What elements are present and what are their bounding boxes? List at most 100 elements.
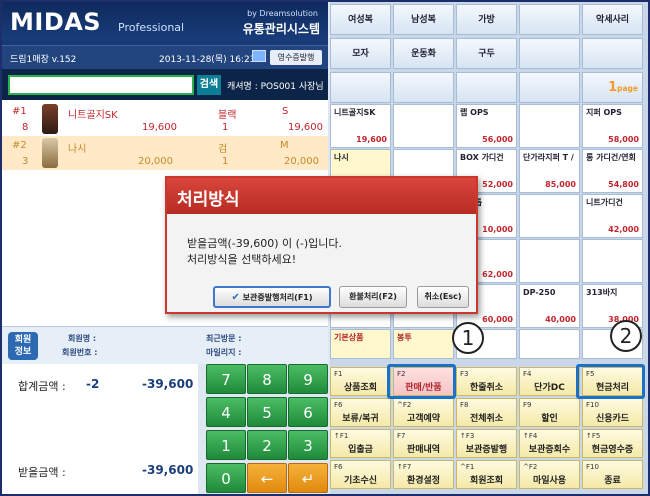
cart-item-name: 나시 [68, 144, 87, 155]
mileage-label: 마일리지 : [206, 348, 242, 357]
cart-row[interactable]: #1 니트골지SK 블랙 S 8 19,600 1 19,600 [2, 102, 328, 136]
dialog-message-line1: 받을금액(-39,600) 이 (-)입니다. [187, 237, 343, 250]
category-sneakers[interactable]: 운동화 [393, 38, 454, 69]
key-8[interactable]: 8 [247, 364, 287, 394]
function-key[interactable]: F4 단가DC [519, 367, 580, 396]
category-men[interactable]: 남성복 [393, 4, 454, 35]
issue-voucher-button[interactable]: ✔ 보관증발행처리(F1) [213, 286, 331, 308]
category-hats[interactable]: 모자 [330, 38, 391, 69]
category-accessories[interactable]: 악세사리 [582, 4, 643, 35]
page-suffix: page [617, 84, 638, 93]
member-info-button[interactable]: 회원 정보 [8, 332, 38, 360]
product-button[interactable]: 니트가디건 42,000 [582, 194, 643, 238]
refund-button[interactable]: 환불처리(F2) [339, 286, 407, 308]
function-key[interactable]: ↑F1 입출금 [330, 429, 391, 458]
category-empty[interactable] [393, 72, 454, 103]
product-button[interactable]: 지퍼 OPS 58,000 [582, 104, 643, 148]
category-empty[interactable] [519, 72, 580, 103]
category-empty[interactable] [519, 38, 580, 69]
function-key-label: 기초수신 [343, 476, 378, 486]
function-key[interactable]: F3 한줄취소 [456, 367, 517, 396]
product-button[interactable]: 니트골지SK 19,600 [330, 104, 391, 148]
cart-row-number: #1 [12, 106, 27, 117]
member-name-label: 회원명 : [68, 334, 97, 343]
system-name: 유통관리시스템 [242, 22, 320, 36]
callout-2: 2 [610, 320, 642, 352]
function-key[interactable]: F8 전체취소 [456, 398, 517, 427]
product-button[interactable] [519, 329, 580, 359]
sale-return-highlight [387, 364, 456, 399]
category-bags[interactable]: 가방 [456, 4, 517, 35]
category-empty[interactable] [330, 72, 391, 103]
backspace-key[interactable]: ← [247, 463, 287, 493]
product-button[interactable]: 랩 OPS 56,000 [456, 104, 517, 148]
function-key[interactable]: F1 상품조회 [330, 367, 391, 396]
product-price: 54,800 [608, 180, 639, 189]
function-key-label: 회원조회 [469, 476, 504, 486]
enter-key[interactable]: ↵ [288, 463, 328, 493]
cart-row-selected[interactable]: #2 나시 검 M 3 20,000 1 20,000 [2, 136, 328, 170]
dialog-title: 처리방식 [167, 178, 476, 214]
product-button[interactable] [582, 239, 643, 283]
function-key[interactable]: F10 신용카드 [582, 398, 643, 427]
product-button[interactable]: 단가라지퍼 T / 85,000 [519, 149, 580, 193]
function-key[interactable]: ↑F3 보관증발행 [456, 429, 517, 458]
product-thumbnail [42, 138, 58, 168]
function-key[interactable]: ^F2 마일사용 [519, 460, 580, 489]
key-1[interactable]: 1 [206, 430, 246, 460]
function-key[interactable]: ↑F4 보관증회수 [519, 429, 580, 458]
function-key-shortcut: ↑F4 [523, 432, 538, 440]
barcode-search-input[interactable] [8, 75, 194, 95]
product-button[interactable] [519, 239, 580, 283]
product-button[interactable] [519, 104, 580, 148]
key-6[interactable]: 6 [288, 397, 328, 427]
function-key-shortcut: ↑F1 [334, 432, 349, 440]
function-key[interactable]: F7 판매내역 [393, 429, 454, 458]
member-info-panel: 회원 정보 회원명 : 회원번호 : 최근방문 : 마일리지 : [2, 326, 328, 364]
total-count: -2 [86, 377, 100, 391]
member-badge-line2: 정보 [14, 347, 32, 357]
key-3[interactable]: 3 [288, 430, 328, 460]
function-key[interactable]: ^F1 회원조회 [456, 460, 517, 489]
category-women[interactable]: 여성복 [330, 4, 391, 35]
function-key-shortcut: F8 [460, 401, 469, 409]
cart-item-size: M [280, 140, 289, 151]
function-key[interactable]: ↑F5 현금영수증 [582, 429, 643, 458]
product-name: 롱 가디건/연회 [586, 153, 636, 162]
receipt-issue-button[interactable]: 영수증발행 [270, 50, 322, 65]
product-price: 58,000 [608, 135, 639, 144]
cancel-button[interactable]: 취소(Esc) [417, 286, 469, 308]
monitor-icon[interactable] [252, 50, 266, 62]
key-7[interactable]: 7 [206, 364, 246, 394]
function-key[interactable]: ↑F7 환경설정 [393, 460, 454, 489]
product-button[interactable]: 봉투 [393, 329, 454, 359]
category-empty[interactable] [456, 72, 517, 103]
function-key[interactable]: F10 종료 [582, 460, 643, 489]
function-key-shortcut: F1 [334, 370, 343, 378]
member-badge-line1: 회원 [14, 335, 32, 345]
category-empty[interactable] [519, 4, 580, 35]
function-key[interactable]: ^F2 고객예약 [393, 398, 454, 427]
processing-dialog: 처리방식 받을금액(-39,600) 이 (-)입니다. 처리방식을 선택하세요… [165, 176, 478, 314]
product-button[interactable] [519, 194, 580, 238]
category-empty[interactable] [582, 38, 643, 69]
last-visit-label: 최근방문 : [206, 334, 242, 343]
key-0[interactable]: 0 [206, 463, 246, 493]
page-indicator[interactable]: 1page [582, 72, 643, 103]
header: MIDAS Professional by Dreamsolution 유통관리… [2, 2, 328, 70]
category-shoes[interactable]: 구두 [456, 38, 517, 69]
product-button[interactable]: 롱 가디건/연회 54,800 [582, 149, 643, 193]
key-5[interactable]: 5 [247, 397, 287, 427]
key-2[interactable]: 2 [247, 430, 287, 460]
key-4[interactable]: 4 [206, 397, 246, 427]
cashier-label: 캐셔명 : POS001 사장님 [227, 82, 324, 92]
function-key[interactable]: F6 기초수신 [330, 460, 391, 489]
search-button[interactable]: 검색 [197, 75, 221, 95]
product-button[interactable]: 기본상품 [330, 329, 391, 359]
function-key[interactable]: F9 할인 [519, 398, 580, 427]
function-key[interactable]: F6 보류/복귀 [330, 398, 391, 427]
product-button[interactable] [393, 104, 454, 148]
key-9[interactable]: 9 [288, 364, 328, 394]
product-button[interactable]: DP-250 40,000 [519, 284, 580, 328]
product-name: 313바지 [586, 288, 618, 297]
